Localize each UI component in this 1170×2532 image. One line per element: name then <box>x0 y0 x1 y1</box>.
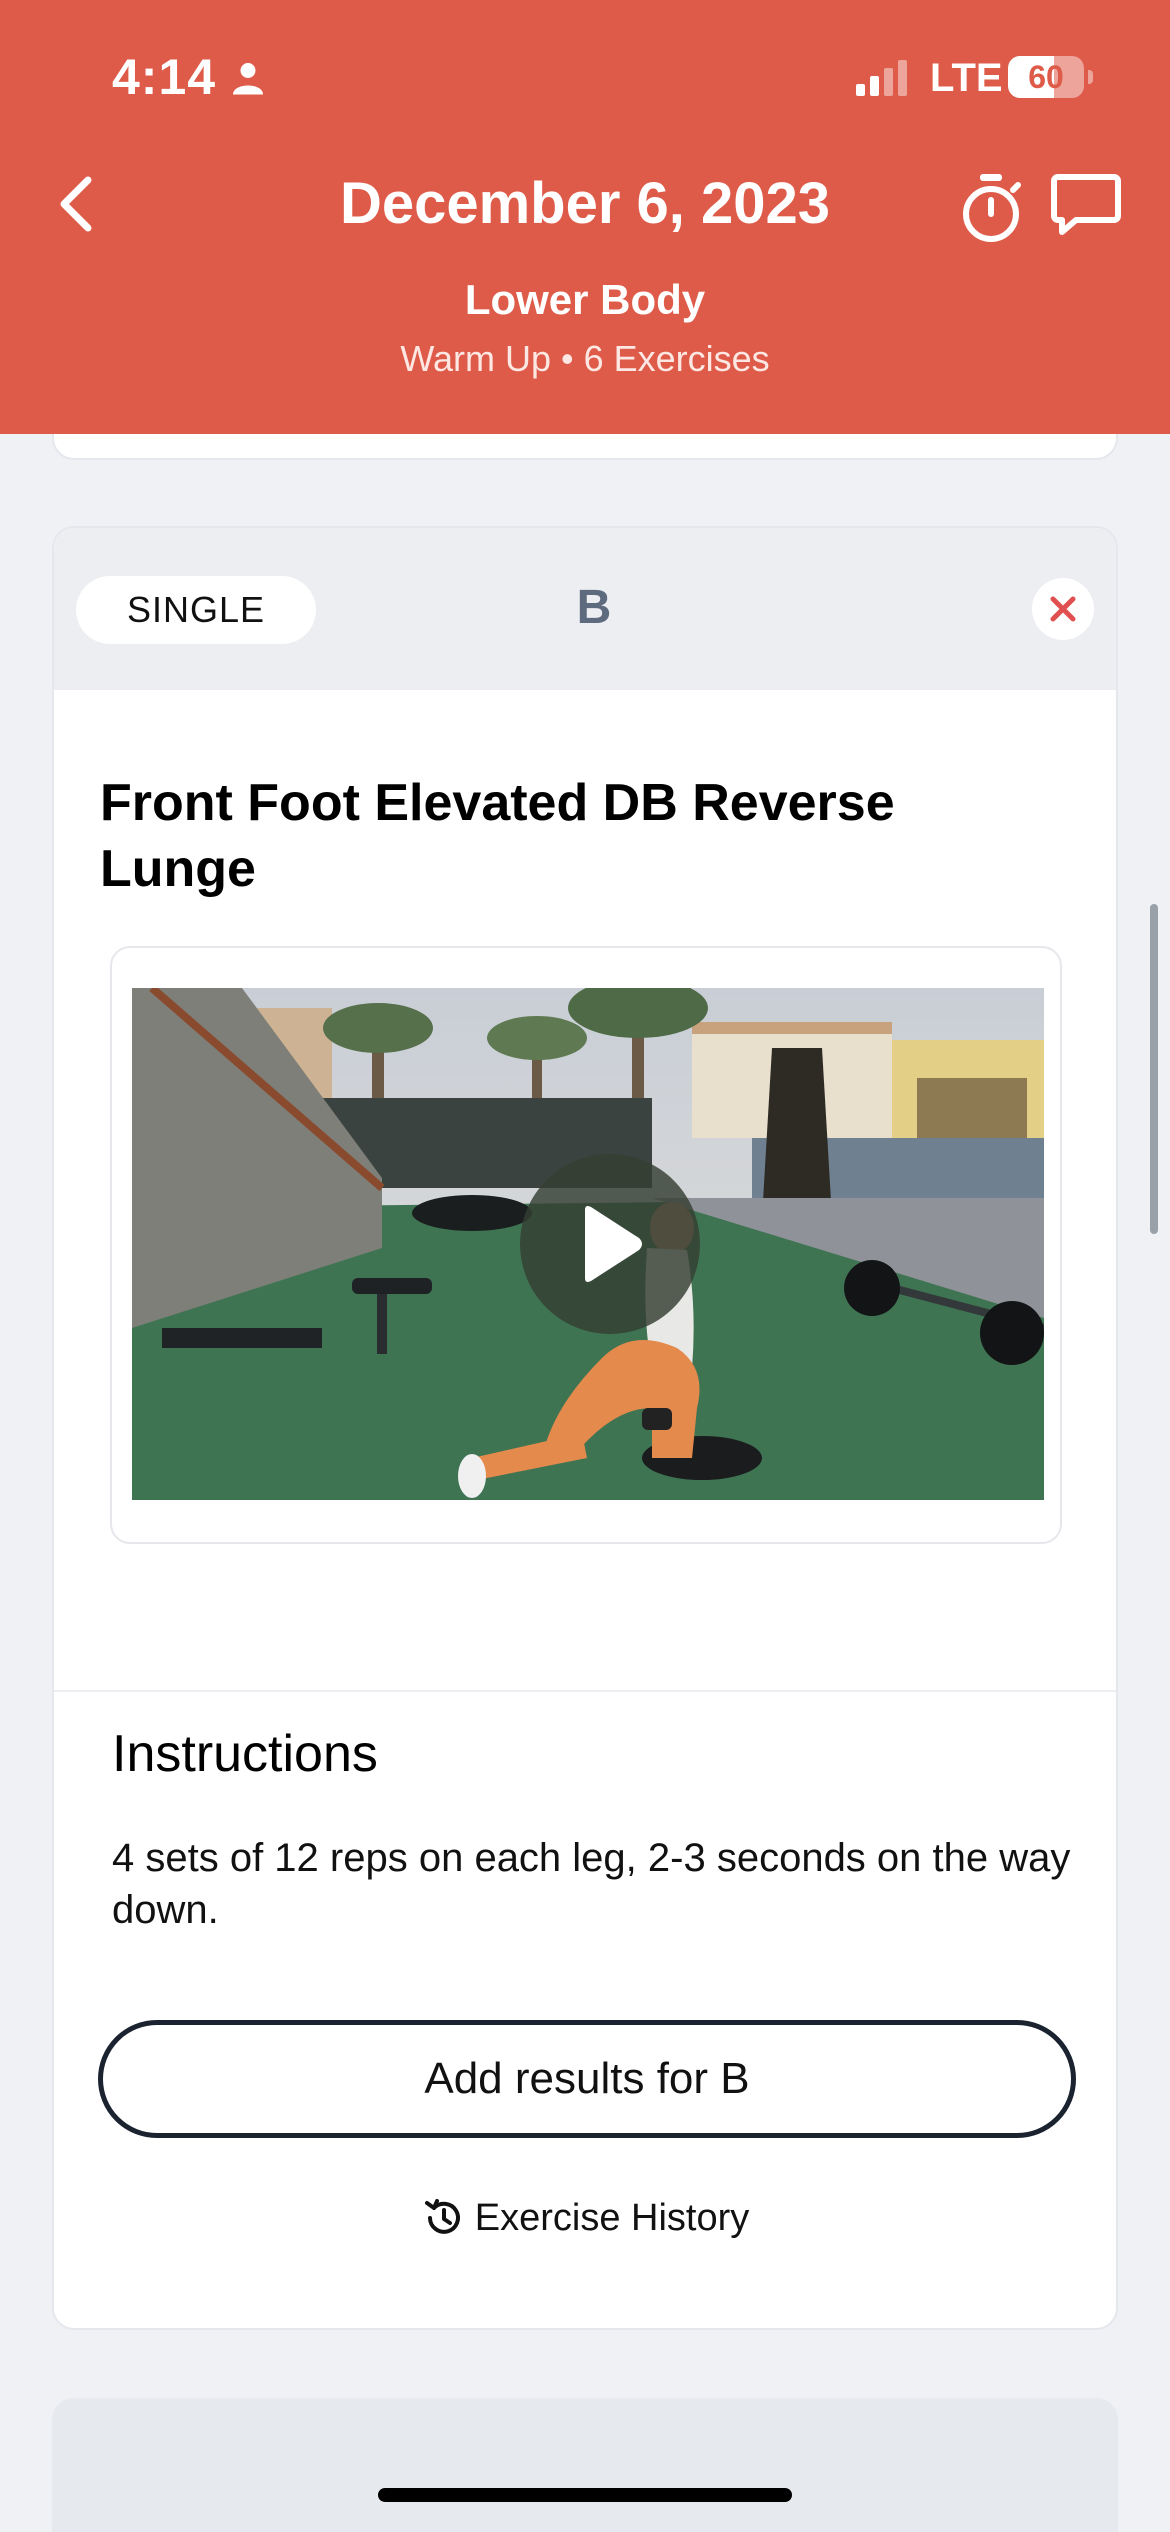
app-header: 4:14 LTE 60 December 6, 2023 Lower Body … <box>0 0 1170 434</box>
cellular-signal-icon <box>856 60 907 96</box>
divider <box>54 1690 1116 1692</box>
history-icon <box>424 2199 460 2234</box>
chat-button[interactable] <box>1050 172 1122 238</box>
battery-level: 60 <box>1028 59 1064 95</box>
exercise-title: Front Foot Elevated DB Reverse Lunge <box>100 774 895 898</box>
person-icon <box>233 63 263 95</box>
network-type: LTE <box>930 56 1003 100</box>
status-bar: 4:14 LTE 60 <box>0 0 1170 150</box>
exercise-video[interactable] <box>132 988 1044 1500</box>
video-frame <box>110 946 1062 1544</box>
battery-icon: 60 <box>1008 56 1093 98</box>
play-button[interactable] <box>520 1154 700 1334</box>
instructions-text: 4 sets of 12 reps on each leg, 2-3 secon… <box>112 1836 1071 1932</box>
next-exercise-card <box>52 2398 1118 2532</box>
status-time: 4:14 <box>112 49 217 105</box>
exercise-history-label: Exercise History <box>474 2196 750 2239</box>
timer-button[interactable] <box>956 172 1026 244</box>
workout-subtitle: Warm Up • 6 Exercises <box>400 338 770 379</box>
add-results-button[interactable]: Add results for B <box>98 2020 1076 2138</box>
page-title: December 6, 2023 <box>339 171 831 236</box>
instructions-heading: Instructions <box>112 1725 378 1783</box>
back-button[interactable] <box>46 168 106 240</box>
workout-name: Lower Body <box>464 276 706 323</box>
exercise-type-badge: SINGLE <box>76 576 316 644</box>
exercise-card-header: SINGLE B <box>54 528 1116 690</box>
scroll-indicator <box>1150 904 1158 1234</box>
play-icon <box>585 1206 642 1282</box>
exercise-group-letter: B <box>576 581 612 634</box>
stopwatch-icon <box>963 174 1021 242</box>
exercise-card: SINGLE B Front Foot Elevated DB Reverse … <box>52 526 1118 2330</box>
close-icon <box>1050 596 1076 622</box>
remove-exercise-button[interactable] <box>1032 578 1094 640</box>
chat-bubble-icon <box>1051 174 1121 235</box>
home-indicator <box>378 2488 792 2502</box>
chevron-left-icon <box>60 176 92 232</box>
exercise-history-link[interactable]: Exercise History <box>54 2188 1116 2248</box>
